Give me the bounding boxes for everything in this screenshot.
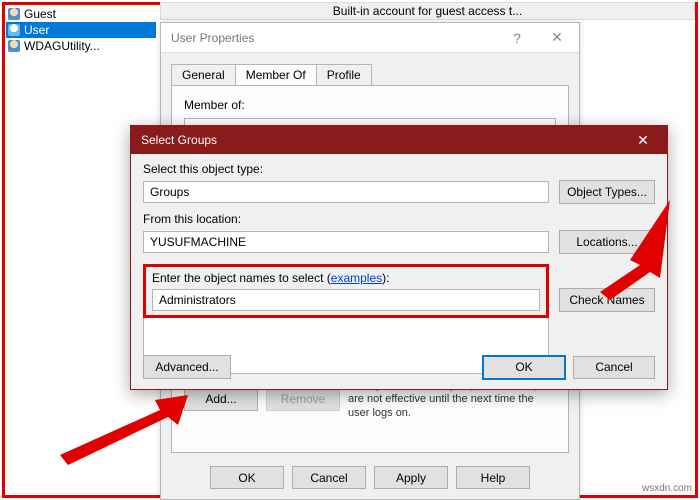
description-column: Built-in account for guest access t... [160,2,695,20]
tree-item-user[interactable]: User [6,22,156,38]
watermark: wsxdn.com [642,483,692,494]
tree-item-wdag[interactable]: WDAGUtility... [6,38,156,54]
close-icon[interactable]: ✕ [623,129,663,151]
enter-names-label-pre: Enter the object names to select ( [152,271,331,285]
location-field[interactable]: YUSUFMACHINE [143,231,549,253]
tree-item-label: Guest [24,7,56,21]
user-icon [8,40,20,52]
dialog-titlebar[interactable]: Select Groups ✕ [131,126,667,154]
apply-button[interactable]: Apply [374,466,448,489]
add-button[interactable]: Add... [184,388,258,411]
ok-button[interactable]: OK [483,356,565,379]
tab-member-of[interactable]: Member Of [235,64,317,85]
tab-general[interactable]: General [171,64,236,85]
object-names-input[interactable]: Administrators [152,289,540,311]
tree-item-label: User [24,23,49,37]
object-type-field[interactable]: Groups [143,181,549,203]
tab-strip: General Member Of Profile [171,59,579,85]
dialog-title: User Properties [171,31,254,45]
enter-names-label: Enter the object names to select (exampl… [152,271,540,285]
dialog-titlebar[interactable]: User Properties ? ✕ [161,23,579,53]
select-groups-dialog: Select Groups ✕ Select this object type:… [130,125,668,390]
from-location-label: From this location: [143,212,655,226]
cancel-button[interactable]: Cancel [573,356,655,379]
tree-item-label: WDAGUtility... [24,39,100,53]
enter-names-label-post: ): [382,271,389,285]
object-type-label: Select this object type: [143,162,655,176]
ok-button[interactable]: OK [210,466,284,489]
user-icon [8,24,20,36]
help-button[interactable]: Help [456,466,530,489]
annotation-arrow-icon [60,395,190,465]
tree-item-guest[interactable]: Guest [6,6,156,22]
remove-button: Remove [266,388,340,411]
dialog-title: Select Groups [141,133,217,147]
close-icon[interactable]: ✕ [537,24,577,52]
annotation-arrow-icon [600,200,680,300]
tab-profile[interactable]: Profile [316,64,372,85]
user-icon [8,8,20,20]
examples-link[interactable]: examples [331,271,382,285]
member-of-label: Member of: [184,98,556,112]
cancel-button[interactable]: Cancel [292,466,366,489]
annotation-highlight: Enter the object names to select (exampl… [143,264,549,318]
advanced-button[interactable]: Advanced... [143,355,231,379]
user-tree[interactable]: Guest User WDAGUtility... [6,6,156,54]
help-icon[interactable]: ? [497,24,537,52]
